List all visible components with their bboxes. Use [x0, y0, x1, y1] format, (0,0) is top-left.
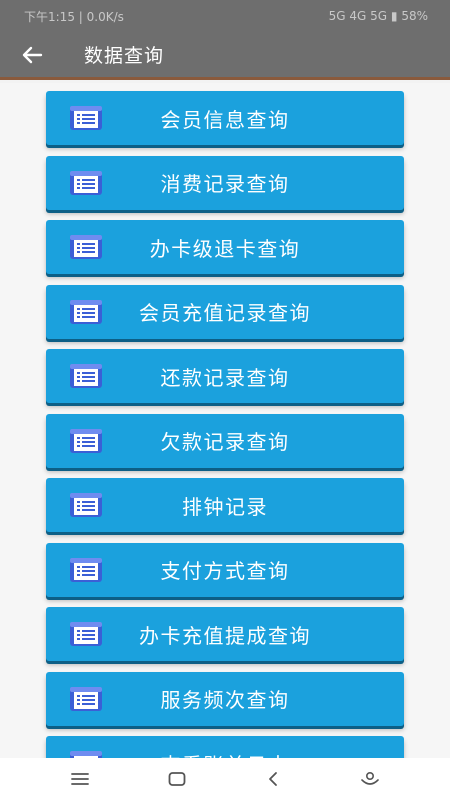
document-list-icon: [68, 555, 104, 585]
menu-item-button[interactable]: 排钟记录: [46, 478, 404, 532]
menu-item-label: 还款记录查询: [160, 365, 290, 390]
menu-item-label: 服务频次查询: [160, 688, 290, 712]
back-button[interactable]: [0, 31, 64, 79]
menu-item-label: 办卡充值提成查询: [139, 623, 311, 648]
menu-item-button[interactable]: 欠款记录查询: [46, 413, 404, 468]
menu-item-label: 消费记录查询: [160, 172, 290, 196]
nav-home-button[interactable]: [157, 759, 197, 799]
app-bar: 数据查询: [0, 32, 450, 80]
document-list-icon: [68, 748, 104, 758]
menu-item-label: 排钟记录: [182, 494, 268, 519]
nav-assistant-button[interactable]: [350, 759, 390, 799]
menu-item-button[interactable]: 会员充值记录查询: [46, 284, 404, 339]
menu-item-label: 办卡级退卡查询: [149, 236, 301, 261]
menu-list: 会员信息查询 消费记录查询 办卡级退卡查询 会员充值记录查询 还款记录查询 欠款记录查询排…: [46, 91, 404, 758]
nav-menu-button[interactable]: [60, 759, 100, 799]
document-list-icon: [68, 426, 104, 456]
document-list-icon: [68, 168, 104, 198]
status-indicators: 5G 4G 5G ▮ 58%: [328, 9, 428, 23]
menu-item-button[interactable]: 支付方式查询: [46, 542, 404, 597]
status-bar: 下午1:15 | 0.0K/s 5G 4G 5G ▮ 58%: [0, 0, 450, 32]
document-list-icon: [68, 232, 104, 262]
back-icon: [269, 772, 278, 786]
menu-item-button[interactable]: 会员信息查询: [46, 91, 404, 145]
menu-item-button[interactable]: 消费记录查询: [46, 155, 404, 210]
document-list-icon: [68, 490, 104, 520]
status-time: 下午1:15 | 0.0K/s: [24, 9, 124, 24]
menu-item-label: 会员充值记录查询: [139, 301, 311, 325]
system-nav-bar: [0, 758, 450, 800]
nav-back-button[interactable]: [253, 759, 293, 799]
home-icon: [168, 772, 186, 786]
menu-item-button[interactable]: 查看账单日志: [46, 736, 404, 758]
document-list-icon: [68, 297, 104, 327]
document-list-icon: [68, 619, 104, 649]
content-area[interactable]: 会员信息查询 消费记录查询 办卡级退卡查询 会员充值记录查询 还款记录查询 欠款记录查询排…: [0, 83, 450, 758]
menu-icon: [71, 773, 90, 785]
menu-item-button[interactable]: 办卡充值提成查询: [46, 607, 404, 661]
menu-item-button[interactable]: 还款记录查询: [46, 349, 404, 403]
menu-item-button[interactable]: 办卡级退卡查询: [46, 220, 404, 274]
menu-item-label: 欠款记录查询: [160, 430, 290, 454]
page-title: 数据查询: [84, 45, 165, 67]
menu-item-button[interactable]: 服务频次查询: [46, 671, 404, 726]
document-list-icon: [68, 103, 104, 133]
arrow-left-icon: [22, 46, 43, 63]
menu-item-label: 支付方式查询: [160, 559, 290, 583]
document-list-icon: [68, 684, 104, 714]
menu-item-label: 会员信息查询: [160, 107, 290, 132]
assistant-icon: [360, 771, 379, 785]
menu-item-label: 查看账单日志: [161, 749, 290, 759]
document-list-icon: [68, 361, 104, 391]
